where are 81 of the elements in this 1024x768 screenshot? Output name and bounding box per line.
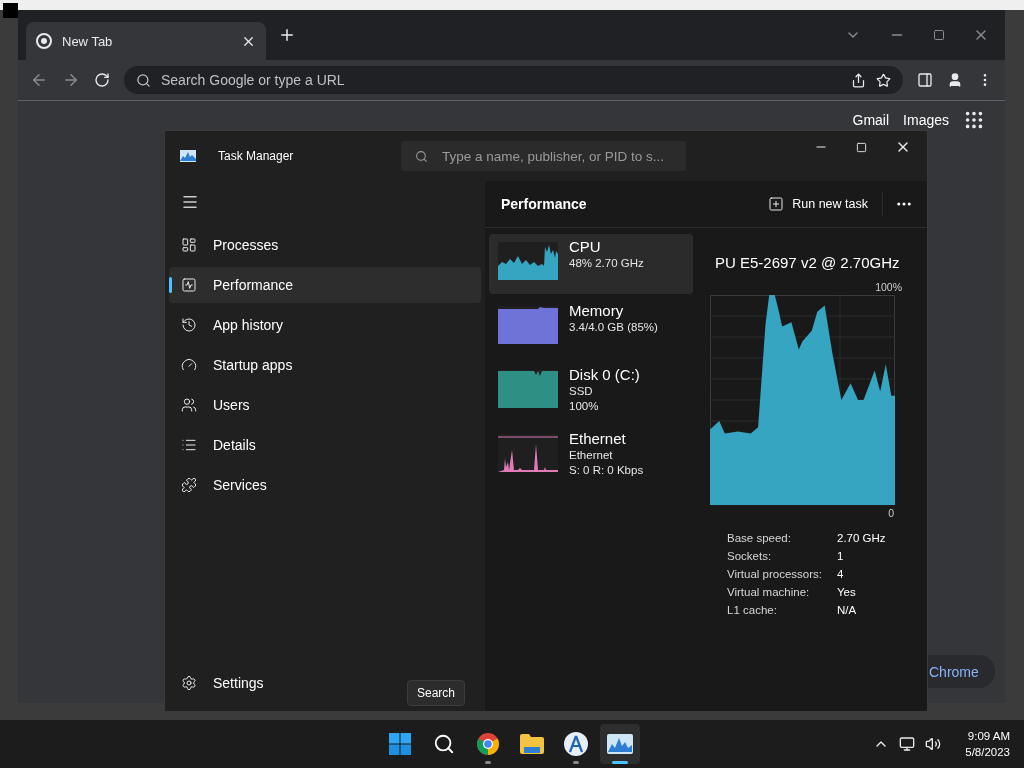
run-task-button[interactable]: Run new task [764, 192, 883, 216]
star-icon[interactable] [876, 72, 891, 88]
chart-app-icon [607, 734, 633, 754]
nav-item[interactable]: Startup apps [169, 347, 481, 383]
search-icon [415, 149, 428, 163]
device-name: Memory [569, 302, 625, 320]
device-item[interactable]: Disk 0 (C:) SSD 100% [489, 362, 693, 422]
device-detail: Ethernet [569, 448, 614, 463]
device-name: Ethernet [569, 430, 627, 448]
stat-value: 2.70 GHz [837, 531, 887, 546]
stat-label: Sockets: [727, 549, 773, 564]
taskbar-app[interactable] [600, 724, 640, 764]
window-title: Task Manager [218, 149, 295, 163]
search-field[interactable]: Type a name, publisher, or PID to s... [401, 141, 686, 171]
header-link[interactable]: Images [903, 112, 949, 128]
network-icon[interactable] [899, 736, 916, 752]
windows-logo-icon [389, 733, 411, 755]
device-item[interactable]: Memory 3.4/4.0 GB (85%) [489, 298, 693, 358]
axis-label: 100% [875, 281, 902, 293]
device-item[interactable]: CPU 48% 2.70 GHz [489, 234, 693, 294]
header-link[interactable]: Gmail [852, 112, 890, 128]
nav-item[interactable]: Details [169, 427, 481, 463]
chart-app-icon [180, 150, 196, 162]
reload-icon[interactable] [94, 72, 110, 88]
clock[interactable]: 9:09 AM 5/8/2023 [965, 728, 1010, 760]
nav-item[interactable]: Processes [169, 227, 481, 263]
volume-icon[interactable] [925, 736, 942, 752]
page-title: Performance [501, 196, 588, 212]
processor-name: PU E5-2697 v2 @ 2.70GHz [715, 254, 901, 271]
stat-value: N/A [837, 603, 858, 618]
usage-graph [498, 306, 558, 344]
search-icon [433, 733, 455, 755]
device-detail: 3.4/4.0 GB (85%) [569, 320, 658, 335]
address-bar[interactable]: Search Google or type a URL [124, 66, 903, 94]
usage-graph [498, 370, 558, 408]
forward-icon[interactable] [62, 71, 80, 89]
app-logo-icon [3, 3, 18, 18]
side-panel-icon[interactable] [917, 72, 933, 88]
device-name: CPU [569, 238, 602, 256]
folder-icon [520, 734, 544, 754]
compass-app-icon [564, 732, 588, 756]
device-detail: S: 0 R: 0 Kbps [569, 463, 644, 478]
browser-logo-icon [477, 733, 499, 755]
nav-item[interactable]: App history [169, 307, 481, 343]
stat-label: Base speed: [727, 531, 792, 546]
nav-item[interactable]: Users [169, 387, 481, 423]
search-tooltip: Search [407, 680, 466, 706]
search-icon [136, 72, 151, 88]
usage-graph [498, 434, 558, 472]
browser-logo-icon [36, 33, 52, 49]
history-icon [181, 317, 197, 333]
performance-icon [181, 277, 197, 293]
stat-value: 1 [837, 549, 845, 564]
customize-button[interactable]: Chrome [928, 655, 995, 688]
device-detail: 100% [569, 399, 600, 414]
axis-label: 0 [888, 507, 894, 519]
stat-label: Virtual processors: [727, 567, 824, 582]
settings-item[interactable]: Settings [169, 665, 381, 701]
add-window-icon [768, 196, 785, 212]
settings-icon [181, 675, 197, 691]
back-icon[interactable] [30, 71, 48, 89]
device-name: Disk 0 (C:) [569, 366, 640, 384]
share-icon[interactable] [851, 72, 866, 88]
new-tab-icon[interactable] [278, 26, 296, 44]
device-item[interactable]: Ethernet Ethernet S: 0 R: 0 Kbps [489, 426, 693, 486]
stat-label: L1 cache: [727, 603, 778, 618]
device-detail: 48% 2.70 GHz [569, 256, 644, 271]
stat-value: Yes [837, 585, 857, 600]
profile-icon[interactable] [947, 72, 963, 88]
device-detail: SSD [569, 384, 594, 399]
details-icon [181, 437, 197, 453]
usage-graph [498, 242, 558, 280]
maximize-icon[interactable] [933, 27, 945, 43]
stat-value: 4 [837, 567, 845, 582]
apps-grid-icon[interactable] [963, 109, 985, 131]
processes-icon [181, 237, 197, 253]
browser-tab[interactable]: New Tab [26, 22, 266, 60]
nav-item[interactable]: Performance [169, 267, 481, 303]
nav-item[interactable]: Services [169, 467, 481, 503]
stat-label: Virtual machine: [727, 585, 811, 600]
users-icon [181, 397, 197, 413]
